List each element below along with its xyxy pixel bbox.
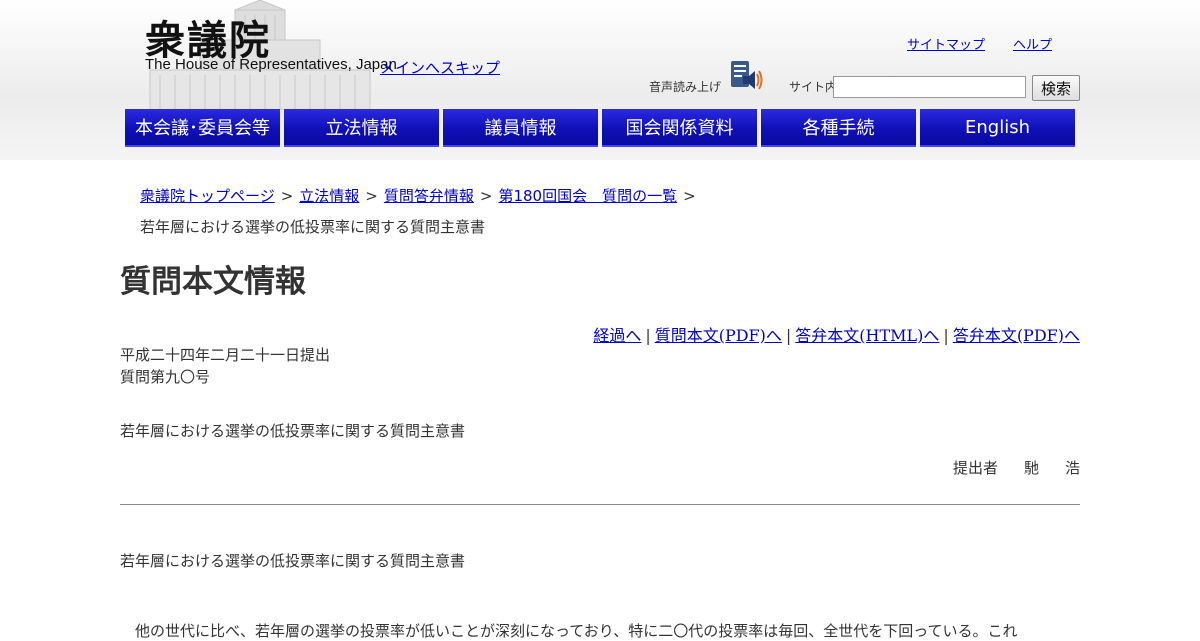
breadcrumb-separator: >: [365, 187, 378, 205]
breadcrumb-current: 若年層における選挙の低投票率に関する質問主意書: [140, 218, 486, 236]
nav-english[interactable]: English: [920, 109, 1075, 147]
speaker-icon[interactable]: [729, 60, 763, 92]
submitter-surname: 馳: [1023, 459, 1039, 477]
breadcrumb-legislation[interactable]: 立法情報: [299, 187, 359, 205]
document-links: 経過へ | 質問本文(PDF)へ | 答弁本文(HTML)へ | 答弁本文(PDF)へ: [593, 322, 1080, 346]
sitemap-link[interactable]: サイトマップ: [907, 38, 985, 53]
body-title: 若年層における選挙の低投票率に関する質問主意書: [120, 552, 466, 570]
submitter-given-name: 浩: [1064, 459, 1080, 477]
nav-legislation[interactable]: 立法情報: [284, 109, 439, 147]
search-button[interactable]: 検索: [1032, 75, 1080, 101]
submitter-line: 提出者 馳 浩: [953, 457, 1080, 478]
nav-plenary-committee[interactable]: 本会議･委員会等: [125, 109, 280, 147]
breadcrumb-separator: >: [280, 187, 294, 205]
breadcrumb: 衆議院トップページ > 立法情報 > 質問答弁情報 > 第180回国会 質問の一覧 >: [140, 185, 702, 206]
breadcrumb-question-list[interactable]: 第180回国会 質問の一覧: [498, 187, 677, 205]
body-text: 他の世代に比べ、若年層の選挙の投票率が低いことが深刻になっており、特に二〇代の投…: [120, 622, 1018, 640]
answer-pdf-link[interactable]: 答弁本文(PDF)へ: [953, 326, 1080, 345]
breadcrumb-qa-info[interactable]: 質問答弁情報: [384, 187, 474, 205]
question-title: 若年層における選挙の低投票率に関する質問主意書: [120, 422, 466, 440]
link-separator: |: [645, 326, 651, 345]
link-separator: |: [785, 326, 792, 345]
top-links: サイトマップ ヘルプ: [907, 34, 1080, 53]
section-divider: [120, 504, 1080, 505]
breadcrumb-home[interactable]: 衆議院トップページ: [140, 187, 275, 205]
answer-html-link[interactable]: 答弁本文(HTML)へ: [795, 326, 939, 345]
nav-diet-materials[interactable]: 国会関係資料: [602, 109, 757, 147]
link-separator: |: [943, 326, 949, 345]
skip-to-main-link[interactable]: メインへスキップ: [380, 57, 500, 78]
question-pdf-link[interactable]: 質問本文(PDF)へ: [655, 326, 782, 345]
breadcrumb-separator: >: [479, 187, 493, 205]
site-search-input[interactable]: [833, 76, 1026, 98]
voice-reading-label[interactable]: 音声読み上げ: [649, 78, 721, 95]
page-title: 質問本文情報: [120, 264, 306, 300]
nav-procedures[interactable]: 各種手続: [761, 109, 916, 147]
site-search-label: サイト内: [789, 80, 833, 94]
submitter-label: 提出者: [952, 459, 998, 477]
logo-english[interactable]: The House of Representatives, Japan: [145, 56, 397, 73]
nav-members[interactable]: 議員情報: [443, 109, 598, 147]
progress-link[interactable]: 経過へ: [593, 326, 641, 345]
submitted-date: 平成二十四年二月二十一日提出: [120, 346, 331, 364]
help-link[interactable]: ヘルプ: [1013, 38, 1052, 53]
breadcrumb-separator: >: [683, 187, 696, 205]
question-number: 質問第九〇号: [120, 368, 211, 386]
